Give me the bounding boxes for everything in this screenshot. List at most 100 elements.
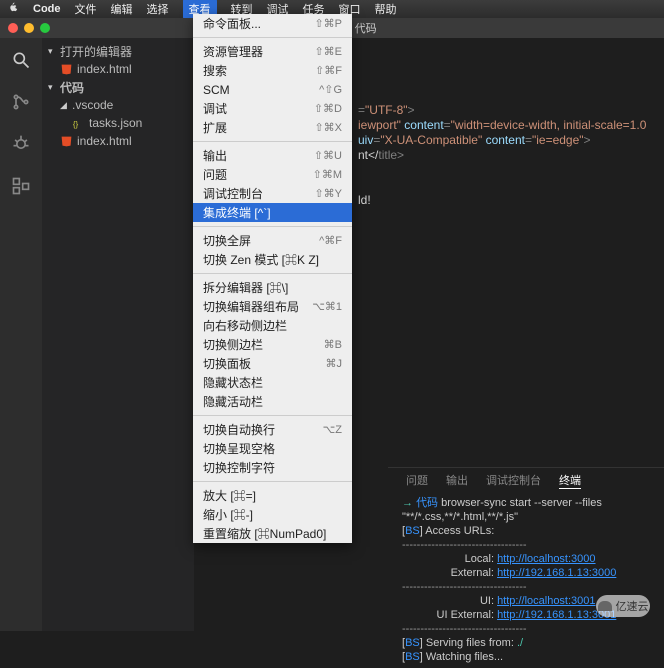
extensions-icon[interactable] [11,176,31,196]
menu-item-shortcut: ^⌘F [319,234,342,247]
open-editors-section[interactable]: ▾打开的编辑器 [42,42,194,60]
menu-item-label: 缩小 [⌘-] [203,506,253,523]
menu-item[interactable]: 切换控制字符 [193,458,352,477]
folder-vscode[interactable]: ◢.vscode [42,96,194,114]
menu-item-label: 拆分编辑器 [⌘\] [203,279,288,296]
menu-item-shortcut: ⇧⌘X [314,121,342,134]
menu-item-shortcut: ⇧⌘E [314,45,342,58]
file-tasks-json[interactable]: {} tasks.json [42,114,194,132]
menu-item-label: 扩展 [203,119,227,136]
app-name[interactable]: Code [33,3,61,15]
menu-item-shortcut: ⇧⌘F [315,64,342,77]
menu-item-label: 切换侧边栏 [203,336,263,353]
menu-item-label: 命令面板... [203,15,261,32]
menu-item[interactable]: 向右移动侧边栏 [193,316,352,335]
menu-item-label: 重置缩放 [⌘NumPad0] [203,525,326,542]
tab-output[interactable]: 输出 [446,472,468,488]
html-file-icon [60,135,73,148]
menu-item[interactable]: 切换呈现空格 [193,439,352,458]
menu-item[interactable]: 放大 [⌘=] [193,486,352,505]
menu-item-label: 切换编辑器组布局 [203,298,299,315]
file-index-html[interactable]: index.html [42,132,194,150]
menu-item[interactable]: 切换全屏 ^⌘F [193,231,352,250]
menu-item[interactable]: SCM ^⇧G [193,80,352,99]
menu-item[interactable]: 隐藏活动栏 [193,392,352,411]
menu-item-shortcut: ⇧⌘P [314,17,342,30]
menu-item-label: 隐藏活动栏 [203,393,263,410]
menu-item-label: 调试控制台 [203,185,263,202]
menu-item-label: 切换控制字符 [203,459,275,476]
scm-icon[interactable] [11,92,31,112]
menu-item-shortcut: ⌥Z [323,423,342,436]
menu-item[interactable]: 输出 ⇧⌘U [193,146,352,165]
menu-item-shortcut: ⇧⌘M [313,168,342,181]
svg-text:{}: {} [73,119,79,128]
menu-item[interactable]: 隐藏状态栏 [193,373,352,392]
menu-item[interactable]: 重置缩放 [⌘NumPad0] [193,524,352,543]
menu-item-shortcut: ⌘B [324,338,342,351]
menu-item[interactable]: 调试控制台 ⇧⌘Y [193,184,352,203]
menu-edit[interactable]: 编辑 [111,1,133,17]
menu-item-label: SCM [203,83,230,97]
menu-separator [193,226,352,227]
workspace-section[interactable]: ▾代码 [42,78,194,96]
debug-icon[interactable] [11,134,31,154]
menu-item-label: 切换面板 [203,355,251,372]
menu-item[interactable]: 切换面板 ⌘J [193,354,352,373]
menu-file[interactable]: 文件 [75,1,97,17]
menu-item[interactable]: 资源管理器 ⇧⌘E [193,42,352,61]
menu-item-label: 调试 [203,100,227,117]
panel-tabs: 问题 输出 调试控制台 终端 [388,468,664,492]
menu-item-label: 资源管理器 [203,43,263,60]
menu-item-label: 切换全屏 [203,232,251,249]
json-file-icon: {} [72,117,85,130]
menu-separator [193,273,352,274]
menu-item[interactable]: 命令面板... ⇧⌘P [193,14,352,33]
search-icon[interactable] [11,50,31,70]
menu-help[interactable]: 帮助 [375,1,397,17]
menu-separator [193,141,352,142]
menu-item[interactable]: 扩展 ⇧⌘X [193,118,352,137]
menu-item-label: 切换自动换行 [203,421,275,438]
menu-item-shortcut: ^⇧G [319,83,342,96]
terminal-output[interactable]: → 代码 browser-sync start --server --files… [388,492,664,668]
menu-item-label: 切换 Zen 模式 [⌘K Z] [203,251,319,268]
menu-item[interactable]: 切换自动换行 ⌥Z [193,420,352,439]
menu-separator [193,481,352,482]
menu-separator [193,415,352,416]
tab-problems[interactable]: 问题 [406,472,428,488]
menu-item[interactable]: 切换编辑器组布局⌥⌘1 [193,297,352,316]
activity-bar [0,38,42,631]
menu-item[interactable]: 调试 ⇧⌘D [193,99,352,118]
menu-item-label: 向右移动侧边栏 [203,317,287,334]
menu-item[interactable]: 问题 ⇧⌘M [193,165,352,184]
menu-item[interactable]: 缩小 [⌘-] [193,505,352,524]
menu-item-shortcut: ⇧⌘D [314,102,342,115]
menu-select[interactable]: 选择 [147,1,169,17]
menu-item-label: 集成终端 [^`] [203,204,271,221]
menu-item-label: 问题 [203,166,227,183]
menu-item-shortcut: ⌘J [326,357,343,370]
menu-item-label: 放大 [⌘=] [203,487,256,504]
menu-item-label: 切换呈现空格 [203,440,275,457]
menu-item[interactable]: 搜索 ⇧⌘F [193,61,352,80]
menu-item[interactable]: 切换侧边栏 ⌘B [193,335,352,354]
menu-item[interactable]: 拆分编辑器 [⌘\] [193,278,352,297]
watermark: 亿速云 [596,595,650,617]
menu-item-shortcut: ⇧⌘U [314,149,342,162]
menu-item-label: 隐藏状态栏 [203,374,263,391]
html-file-icon [60,63,73,76]
explorer-sidebar: ▾打开的编辑器 index.html ▾代码 ◢.vscode {} tasks… [42,38,194,631]
menu-item[interactable]: 集成终端 [^`] [193,203,352,222]
open-editor-file[interactable]: index.html [42,60,194,78]
tab-debug-console[interactable]: 调试控制台 [486,472,541,488]
menu-separator [193,37,352,38]
menu-item[interactable]: 切换 Zen 模式 [⌘K Z] [193,250,352,269]
menu-item-label: 搜索 [203,62,227,79]
code-content[interactable]: ="UTF-8"> iewport" content="width=device… [358,88,646,223]
menu-item-shortcut: ⇧⌘Y [314,187,342,200]
menu-item-label: 输出 [203,147,227,164]
tab-terminal[interactable]: 终端 [559,472,581,489]
view-menu-dropdown: 命令面板... ⇧⌘P 资源管理器 ⇧⌘E 搜索 ⇧⌘F SCM ^⇧G 调试 ⇧⌘D 扩展 ⇧⌘X 输… [193,14,352,543]
apple-icon [8,2,19,16]
